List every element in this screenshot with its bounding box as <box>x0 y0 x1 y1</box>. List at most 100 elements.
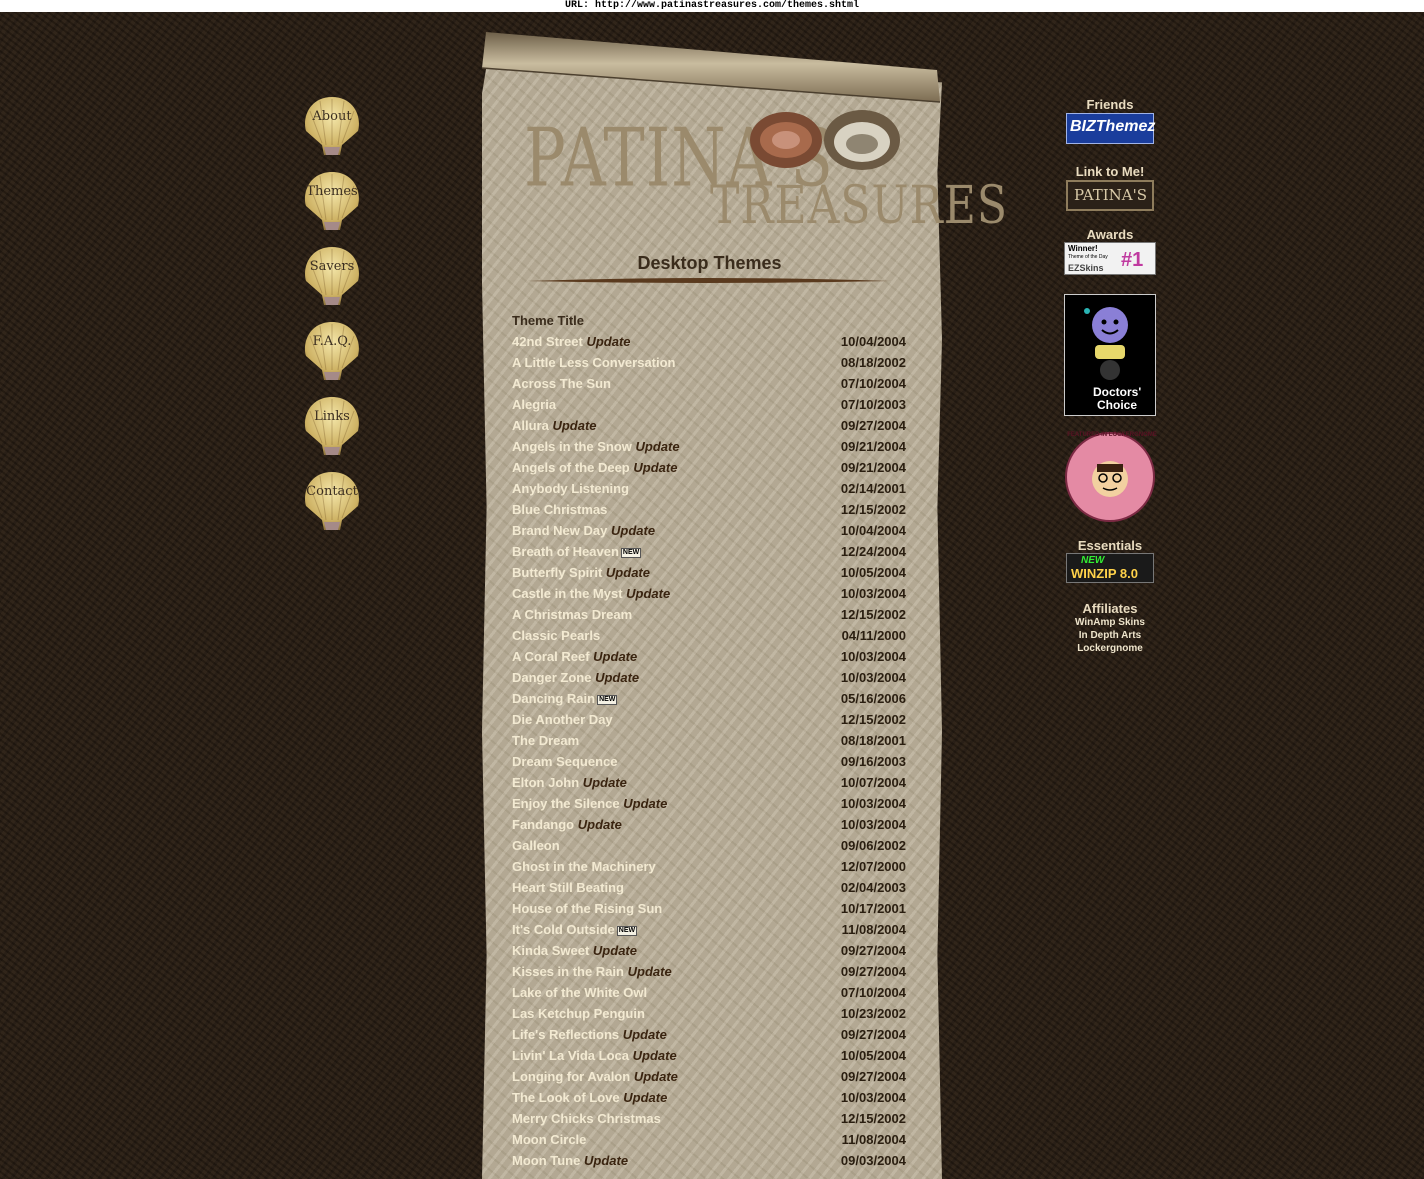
theme-link[interactable]: Dream Sequence <box>512 754 618 769</box>
theme-link[interactable]: Classic Pearls <box>512 628 600 643</box>
table-row: Butterfly Spirit Update 10/05/2004 <box>508 562 910 583</box>
theme-date: 10/03/2004 <box>840 649 906 664</box>
lockergnome-featured-badge[interactable]: FEATURED IN LOCKERGNOME <box>1065 432 1157 522</box>
theme-link[interactable]: Alegria <box>512 397 556 412</box>
theme-date: 09/21/2004 <box>840 439 906 454</box>
theme-link[interactable]: Allura <box>512 418 549 433</box>
theme-link[interactable]: Moon Tune <box>512 1153 580 1168</box>
link-to-me-banner[interactable]: PATINA'S <box>1066 180 1154 211</box>
theme-date: 10/03/2004 <box>840 586 906 601</box>
theme-link[interactable]: Castle in the Myst <box>512 586 623 601</box>
theme-date: 10/03/2004 <box>840 670 906 685</box>
table-row: Livin' La Vida Loca Update 10/05/2004 <box>508 1045 910 1066</box>
theme-link[interactable]: Kinda Sweet <box>512 943 589 958</box>
table-row: Moon Circle 11/08/2004 <box>508 1129 910 1150</box>
nav-shell-links[interactable]: Links <box>302 395 362 457</box>
link-to-me-banner-text: PATINA'S <box>1074 186 1148 204</box>
nav-shell-savers[interactable]: Savers <box>302 245 362 307</box>
theme-link[interactable]: Breath of Heaven <box>512 544 619 559</box>
ezskins-award-caption: Theme of the Day <box>1068 254 1108 260</box>
theme-link[interactable]: Danger Zone <box>512 670 591 685</box>
theme-link[interactable]: Across The Sun <box>512 376 611 391</box>
table-row: Las Ketchup Penguin 10/23/2002 <box>508 1003 910 1024</box>
theme-link[interactable]: Ghost in the Machinery <box>512 859 656 874</box>
table-row: Anybody Listening 02/14/2001 <box>508 478 910 499</box>
theme-link[interactable]: Merry Chicks Christmas <box>512 1111 661 1126</box>
right-sidebar: Friends BIZThemez Link to Me! PATINA'S A… <box>1050 97 1170 655</box>
bizthemez-banner[interactable]: BIZThemez <box>1066 113 1155 144</box>
theme-link[interactable]: 42nd Street <box>512 334 583 349</box>
table-row: House of the Rising Sun 10/17/2001 <box>508 898 910 919</box>
theme-link[interactable]: Lake of the White Owl <box>512 985 647 1000</box>
table-row: Enjoy the Silence Update 10/03/2004 <box>508 793 910 814</box>
table-row: Longing for Avalon Update 09/27/2004 <box>508 1066 910 1087</box>
theme-link[interactable]: House of the Rising Sun <box>512 901 662 916</box>
theme-date: 10/07/2004 <box>840 775 906 790</box>
update-tag: Update <box>635 439 680 454</box>
affiliate-link[interactable]: In Depth Arts <box>1050 629 1170 642</box>
theme-link[interactable]: Dancing Rain <box>512 691 595 706</box>
theme-link[interactable]: Galleon <box>512 838 560 853</box>
theme-date: 09/06/2002 <box>840 838 906 853</box>
theme-link[interactable]: Blue Christmas <box>512 502 607 517</box>
table-row: Castle in the Myst Update 10/03/2004 <box>508 583 910 604</box>
theme-date: 12/15/2002 <box>840 502 906 517</box>
site-logo: PATINA'S TREASURES <box>520 100 1007 240</box>
theme-link[interactable]: The Look of Love <box>512 1090 620 1105</box>
theme-link[interactable]: Elton John <box>512 775 579 790</box>
theme-date: 02/14/2001 <box>840 481 906 496</box>
table-row: Heart Still Beating 02/04/2003 <box>508 877 910 898</box>
theme-date: 09/27/2004 <box>840 943 906 958</box>
theme-date: 10/03/2004 <box>840 817 906 832</box>
themes-table: Theme Title 42nd Street Update 10/04/2004… <box>508 310 910 1171</box>
theme-date: 12/15/2002 <box>840 1111 906 1126</box>
theme-link[interactable]: Butterfly Spirit <box>512 565 602 580</box>
theme-link[interactable]: Angels in the Snow <box>512 439 632 454</box>
theme-link[interactable]: Die Another Day <box>512 712 613 727</box>
theme-link[interactable]: Life's Reflections <box>512 1027 619 1042</box>
affiliates-heading: Affiliates <box>1082 601 1138 616</box>
theme-link[interactable]: Anybody Listening <box>512 481 629 496</box>
divider-ornament <box>527 278 891 283</box>
nav-shell-themes[interactable]: Themes <box>302 170 362 232</box>
affiliate-link[interactable]: WinAmp Skins <box>1050 616 1170 629</box>
theme-link[interactable]: A Little Less Conversation <box>512 355 676 370</box>
theme-link[interactable]: A Christmas Dream <box>512 607 632 622</box>
winzip-banner[interactable]: NEW WINZIP 8.0 <box>1066 553 1154 583</box>
affiliate-link[interactable]: Lockergnome <box>1050 642 1170 655</box>
nav-shell-contact[interactable]: Contact <box>302 470 362 532</box>
theme-link[interactable]: Angels of the Deep <box>512 460 630 475</box>
theme-link[interactable]: Enjoy the Silence <box>512 796 620 811</box>
update-tag: Update <box>627 964 672 979</box>
theme-link[interactable]: Moon Circle <box>512 1132 586 1147</box>
theme-date: 09/27/2004 <box>840 418 906 433</box>
nav-shell-label: Contact <box>306 484 358 499</box>
theme-link[interactable]: Heart Still Beating <box>512 880 624 895</box>
theme-date: 12/24/2004 <box>840 544 906 559</box>
theme-link[interactable]: A Coral Reef <box>512 649 590 664</box>
ezskins-award-banner[interactable]: Winner! Theme of the Day EZSkins #1 <box>1064 242 1156 275</box>
theme-date: 12/15/2002 <box>840 607 906 622</box>
nav-shell-about[interactable]: About <box>302 95 362 157</box>
theme-link[interactable]: Kisses in the Rain <box>512 964 624 979</box>
theme-link[interactable]: It's Cold Outside <box>512 922 615 937</box>
theme-date: 09/16/2003 <box>840 754 906 769</box>
theme-link[interactable]: Las Ketchup Penguin <box>512 1006 645 1021</box>
scallop-shell-icon <box>305 97 359 155</box>
theme-link[interactable]: Brand New Day <box>512 523 607 538</box>
theme-link[interactable]: Livin' La Vida Loca <box>512 1048 629 1063</box>
theme-link[interactable]: Fandango <box>512 817 574 832</box>
winzip-banner-text: WINZIP 8.0 <box>1071 566 1138 581</box>
abalone-shells-icon <box>750 110 900 170</box>
table-row: Breath of Heaven NEW 12/24/2004 <box>508 541 910 562</box>
nav-shell-faq[interactable]: F.A.Q. <box>302 320 362 382</box>
theme-date: 07/10/2004 <box>840 985 906 1000</box>
theme-link[interactable]: Longing for Avalon <box>512 1069 630 1084</box>
doctors-choice-line2: Choice <box>1097 398 1138 412</box>
theme-date: 05/16/2006 <box>840 691 906 706</box>
table-row: The Look of Love Update 10/03/2004 <box>508 1087 910 1108</box>
theme-link[interactable]: The Dream <box>512 733 579 748</box>
theme-date: 09/27/2004 <box>840 1027 906 1042</box>
doctors-choice-badge[interactable]: Doctors' Choice <box>1064 294 1156 416</box>
awards-heading: Awards <box>1086 227 1134 242</box>
